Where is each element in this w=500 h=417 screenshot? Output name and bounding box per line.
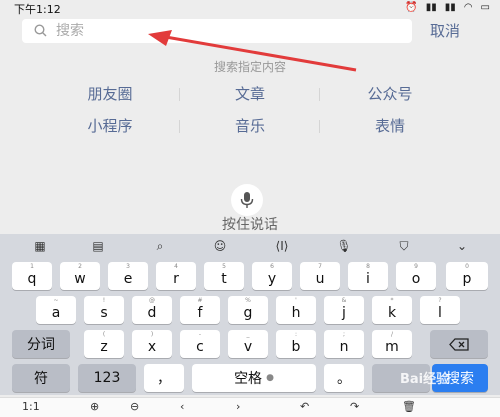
key-g[interactable]: % g (228, 296, 268, 324)
space-key[interactable]: 空格 ● (192, 364, 316, 392)
status-icons: ⏰ ▮▮ ▮▮ ◠ ▭ (405, 2, 490, 13)
zoom-in-icon[interactable]: ⊕ (90, 400, 99, 413)
voice-input-icon[interactable]: 🎙 (334, 239, 354, 253)
search-categories: 朋友圈 文章 公众号 小程序 音乐 表情 (40, 84, 460, 136)
rotate-left-icon[interactable]: ↶ (300, 400, 309, 413)
voice-button[interactable] (231, 184, 263, 216)
chevron-down-icon[interactable]: ⌄ (452, 239, 472, 253)
category-mini-programs[interactable]: 小程序 (40, 116, 180, 136)
key-h[interactable]: ' h (276, 296, 316, 324)
cancel-button[interactable]: 取消 (430, 20, 460, 41)
space-label: 空格 (234, 371, 263, 387)
previous-icon[interactable]: ‹ (180, 400, 184, 413)
symbols-key[interactable]: 符 (12, 364, 70, 392)
key-m[interactable]: / m (372, 330, 412, 358)
wifi-icon: ◠ (463, 2, 473, 13)
next-icon[interactable]: › (236, 400, 240, 413)
search-icon[interactable]: ⌕ (150, 239, 170, 253)
key-q[interactable]: 1q (12, 262, 52, 290)
key-d[interactable]: @ d (132, 296, 172, 324)
key-r[interactable]: 4r (156, 262, 196, 290)
key-x[interactable]: ) x (132, 330, 172, 358)
key-y[interactable]: 6y (252, 262, 292, 290)
zoom-actual-size-button[interactable]: 1:1 (22, 400, 40, 413)
keyboard-layout-icon[interactable]: ▤ (88, 239, 108, 253)
key-n[interactable]: ; n (324, 330, 364, 358)
rotate-right-icon[interactable]: ↷ (350, 400, 359, 413)
key-s[interactable]: ! s (84, 296, 124, 324)
cursor-icon[interactable]: ⟨I⟩ (272, 239, 292, 253)
key-c[interactable]: -c (180, 330, 220, 358)
key-z[interactable]: (z (84, 330, 124, 358)
key-u[interactable]: 7u (300, 262, 340, 290)
key-o[interactable]: 9o (396, 262, 436, 290)
grid-icon[interactable]: ▦ (30, 239, 50, 253)
watermark: Bai经验 (400, 372, 450, 387)
search-icon (34, 24, 47, 37)
key-j[interactable]: & j (324, 296, 364, 324)
viewer-toolbar: 1:1 ⊕ ⊖ ‹ › ↶ ↷ 🗑 (0, 397, 500, 417)
signal-icon: ▮▮ (444, 2, 456, 13)
search-hint: 搜索指定内容 (213, 60, 286, 74)
key-v[interactable]: _ v (228, 330, 268, 358)
zoom-out-icon[interactable]: ⊖ (130, 400, 139, 413)
category-articles[interactable]: 文章 (180, 84, 320, 104)
shield-icon[interactable]: ⛉ (394, 239, 414, 253)
keyboard-toolbar: ▦ ▤ ⌕ ☺ ⟨I⟩ 🎙 ⛉ ⌄ (0, 234, 500, 258)
key-l[interactable]: ? l (420, 296, 460, 324)
status-time: 下午1:12 (14, 3, 61, 16)
key-p[interactable]: 0p (446, 262, 488, 290)
delete-icon[interactable]: 🗑 (402, 400, 416, 413)
alarm-icon: ⏰ (405, 2, 418, 13)
category-official-accounts[interactable]: 公众号 (320, 84, 460, 104)
key-k[interactable]: * k (372, 296, 412, 324)
key-a[interactable]: ~ a (36, 296, 76, 324)
key-b[interactable]: :b (276, 330, 316, 358)
emoji-icon[interactable]: ☺ (210, 239, 230, 253)
microphone-icon: ● (266, 373, 274, 383)
microphone-icon (240, 192, 254, 208)
word-segment-key[interactable]: 分词 (12, 330, 70, 358)
signal-icon: ▮▮ (425, 2, 437, 13)
key-w[interactable]: 2w (60, 262, 100, 290)
key-i[interactable]: 8i (348, 262, 388, 290)
voice-label: 按住说话 (222, 217, 278, 233)
category-moments[interactable]: 朋友圈 (40, 84, 180, 104)
category-music[interactable]: 音乐 (180, 116, 320, 136)
battery-icon: ▭ (480, 2, 490, 13)
backspace-icon (449, 337, 469, 351)
key-t[interactable]: 5t (204, 262, 244, 290)
category-stickers[interactable]: 表情 (320, 116, 460, 136)
search-input[interactable] (56, 19, 401, 43)
key-e[interactable]: 3e (108, 262, 148, 290)
comma-key[interactable]: ， (144, 364, 184, 392)
period-key[interactable]: 。 (324, 364, 364, 392)
status-bar: 下午1:12 ⏰ ▮▮ ▮▮ ◠ ▭ (0, 0, 500, 16)
key-f[interactable]: # f (180, 296, 220, 324)
numbers-key[interactable]: 123 (78, 364, 136, 392)
backspace-key[interactable] (430, 330, 488, 358)
search-bar[interactable] (22, 19, 412, 43)
